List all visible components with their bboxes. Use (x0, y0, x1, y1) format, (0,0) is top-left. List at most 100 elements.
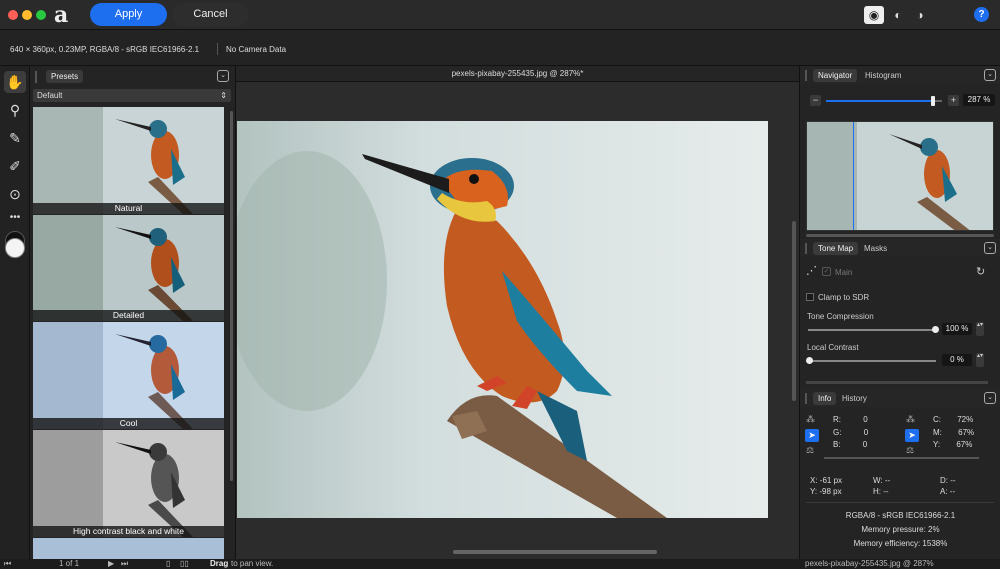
navigator-header: Navigator Histogram ⌄ (800, 66, 1000, 84)
preset-partial[interactable] (33, 538, 224, 559)
preset-detailed[interactable]: Detailed (33, 215, 224, 321)
split-view-icon[interactable]: ◐ (888, 6, 908, 24)
h-readout: H: -- (873, 487, 889, 496)
y-value: 67% (956, 440, 973, 449)
top-toolbar: a Apply Cancel ◉ ◐ ◑ ? (0, 0, 1000, 30)
info-header: Info History ⌄ (800, 389, 1000, 407)
preset-cool[interactable]: Cool (33, 322, 224, 429)
g-value: 0 (863, 427, 869, 437)
preset-label: Cool (33, 418, 224, 429)
tone-compression-slider[interactable] (808, 326, 939, 333)
image-info-text: 640 × 360px, 0.23MP, RGBA/8 - sRGB IEC61… (10, 45, 200, 54)
tab-info[interactable]: Info (813, 392, 837, 405)
m-label: M: (933, 427, 942, 437)
cancel-button[interactable]: Cancel (172, 3, 249, 26)
hand-tool-icon[interactable]: ✋ (4, 71, 26, 93)
main-checkbox[interactable]: ✓ (822, 267, 831, 276)
y-readout: Y: -98 px (810, 487, 842, 496)
pointer-sample-icon-2[interactable]: ➤ (905, 429, 919, 442)
canvas-area[interactable]: pexels-pixabay-255435.jpg @ 287%* (236, 66, 799, 559)
m-value: 67% (958, 427, 975, 437)
b-value: 0 (862, 440, 868, 449)
chevron-down-icon[interactable]: ⌄ (984, 392, 996, 404)
window-close-button[interactable] (8, 10, 18, 20)
app-logo: a (54, 2, 69, 28)
tone-compression-handle[interactable] (932, 326, 939, 333)
zoom-slider-handle[interactable] (930, 96, 935, 106)
two-page-icon[interactable]: ▯▯ (180, 559, 189, 569)
r-label: R: (833, 415, 841, 424)
status-bar: ⏮ 1 of 1 ▶ ⏭ ▯ ▯▯ Drag to pan view. pexe… (0, 559, 1000, 569)
canvas-vertical-scrollbar[interactable] (792, 221, 796, 401)
last-page-icon[interactable]: ⏭ (121, 559, 128, 569)
mirror-view-icon[interactable]: ◑ (910, 6, 930, 24)
apply-button[interactable]: Apply (90, 3, 167, 26)
tone-compression-label: Tone Compression (807, 312, 874, 321)
preset-label: Detailed (33, 310, 224, 321)
tab-history[interactable]: History (842, 394, 867, 403)
tab-histogram[interactable]: Histogram (865, 71, 901, 80)
info-scrollbar[interactable] (824, 457, 979, 459)
pointer-sample-icon[interactable]: ➤ (805, 429, 819, 442)
tone-map-divider (806, 381, 988, 384)
single-page-icon[interactable]: ▯ (166, 559, 170, 569)
zoom-in-button[interactable]: + (948, 95, 959, 106)
help-button[interactable]: ? (974, 7, 989, 22)
x-readout: X: -61 px (810, 476, 843, 485)
preset-label: Natural (33, 203, 224, 214)
c-label: C: (933, 415, 941, 424)
divider (217, 43, 218, 55)
tab-presets[interactable]: Presets (46, 70, 84, 83)
local-contrast-stepper[interactable]: ▴▾ (976, 353, 984, 367)
chevron-down-icon[interactable]: ⌄ (217, 70, 229, 82)
kingfisher-photo[interactable] (237, 121, 768, 518)
next-page-icon[interactable]: ▶ (108, 559, 114, 569)
canvas-horizontal-scrollbar[interactable] (453, 550, 657, 554)
panel-grip (805, 393, 807, 404)
picker-tool-icon[interactable]: ⊙ (4, 183, 26, 205)
first-page-icon[interactable]: ⏮ (4, 559, 11, 569)
b-label: B: (833, 440, 841, 449)
foreground-color-swatch[interactable] (5, 238, 25, 258)
local-contrast-handle[interactable] (806, 357, 813, 364)
navigator-view-frame[interactable] (853, 122, 854, 230)
zoom-out-button[interactable]: − (810, 95, 821, 106)
window-minimize-button[interactable] (22, 10, 32, 20)
zoom-value-field[interactable]: 287 % (963, 94, 995, 106)
clamp-sdr-checkbox[interactable] (806, 293, 814, 301)
more-tools-icon[interactable]: ••• (4, 207, 26, 229)
picker-icon[interactable]: ⚖ (806, 445, 814, 456)
window-maximize-button[interactable] (36, 10, 46, 20)
local-contrast-value[interactable]: 0 % (942, 354, 972, 366)
preset-dropdown[interactable]: Default ⇕ (33, 89, 231, 102)
eye-view-icon[interactable]: ◉ (864, 6, 884, 24)
navigator-resize-handle[interactable] (806, 234, 994, 237)
r-value: 0 (863, 415, 868, 424)
presets-scrollbar[interactable] (230, 111, 233, 481)
tab-tone-map[interactable]: Tone Map (813, 242, 859, 255)
tone-compression-stepper[interactable]: ▴▾ (976, 322, 984, 336)
tab-navigator[interactable]: Navigator (813, 69, 858, 82)
reset-icon[interactable]: ↻ (976, 265, 985, 278)
sampler-dots-icon-2: ⁂ (906, 414, 915, 424)
panel-grip (35, 71, 37, 83)
status-hint-bold: Drag (210, 559, 229, 568)
chevron-down-icon[interactable]: ⌄ (984, 242, 996, 254)
page-indicator: 1 of 1 (59, 559, 80, 568)
w-readout: W: -- (873, 476, 891, 485)
pen-tool-icon[interactable]: ✐ (4, 155, 26, 177)
tone-compression-value[interactable]: 100 % (942, 323, 972, 335)
preset-high-contrast-bw[interactable]: High contrast black and white (33, 430, 224, 537)
preset-natural[interactable]: Natural (33, 107, 224, 214)
divider (806, 502, 994, 503)
tone-curve-icon[interactable]: ⋰ (806, 264, 817, 277)
local-contrast-slider[interactable] (806, 357, 936, 364)
picker-icon-2[interactable]: ⚖ (906, 445, 914, 456)
chevron-down-icon[interactable]: ⌄ (984, 69, 996, 81)
zoom-slider[interactable] (826, 96, 942, 106)
navigator-preview[interactable] (806, 121, 994, 231)
presets-panel: Presets ⌄ Default ⇕ Natural Detailed Coo… (30, 66, 236, 559)
brush-tool-icon[interactable]: ✎ (4, 127, 26, 149)
zoom-tool-icon[interactable]: ⚲ (4, 99, 26, 121)
tab-masks[interactable]: Masks (864, 244, 887, 253)
